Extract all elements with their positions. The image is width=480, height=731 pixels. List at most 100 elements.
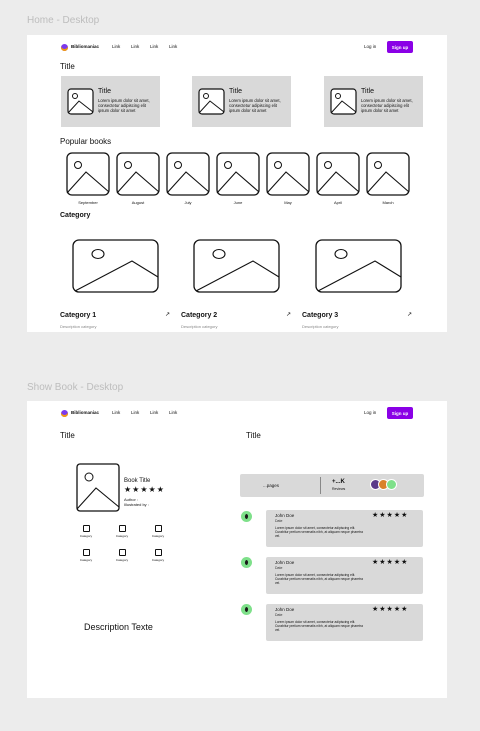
arrow-up-right-icon[interactable]: ↗ — [407, 311, 412, 318]
review-author: John Doe — [275, 513, 295, 518]
navbar: Bibliomaniac Link Link Link Link Log in … — [27, 41, 447, 55]
image-placeholder-icon — [67, 88, 94, 115]
category-name-2[interactable]: Category 2 — [181, 312, 217, 319]
book-cover-icon — [316, 152, 360, 196]
logo-icon[interactable] — [61, 44, 68, 51]
popular-book-4[interactable]: June — [216, 152, 260, 205]
feature-card-2[interactable]: Title Lorem ipsum dolor sit amet, consec… — [192, 76, 291, 127]
book-rating-stars[interactable]: ★★★★★ — [124, 485, 165, 494]
book-month: September — [78, 200, 98, 205]
image-icon — [118, 549, 126, 556]
image-icon — [154, 525, 162, 532]
nav-link-3[interactable]: Link — [150, 410, 158, 415]
nav-link-3[interactable]: Link — [150, 44, 158, 49]
image-icon — [82, 525, 90, 532]
book-title: Book Title — [124, 478, 151, 484]
review-author: John Doe — [275, 560, 295, 565]
mini-category-label: Category — [79, 558, 93, 562]
signup-button[interactable]: Sign up — [387, 407, 413, 419]
category-name-1[interactable]: Category 1 — [60, 312, 96, 319]
card-desc: Lorem ipsum dolor sit amet, consectetur … — [361, 98, 413, 113]
nav-link-2[interactable]: Link — [131, 44, 139, 49]
category-image-icon-2[interactable] — [193, 239, 280, 293]
mini-category-4[interactable]: Category — [76, 549, 96, 562]
review-date: Date — [275, 566, 283, 570]
review-date: Date — [275, 613, 283, 617]
pages-count: ...pages — [263, 483, 280, 488]
review-text: Lorem ipsum dolor sit amet, consectetur … — [275, 573, 363, 585]
section-title: Title — [60, 62, 75, 71]
reviewer-avatar — [241, 511, 252, 522]
review-card-2: John Doe Date Lorem ipsum dolor sit amet… — [266, 557, 423, 594]
book-cover-icon — [266, 152, 310, 196]
book-stats-bar: ...pages +...K Reviews — [240, 474, 424, 497]
right-title: Title — [246, 431, 261, 440]
popular-book-1[interactable]: September — [66, 152, 110, 205]
book-cover-icon — [366, 152, 410, 196]
nav-link-4[interactable]: Link — [169, 44, 177, 49]
mini-category-3[interactable]: Category — [148, 525, 168, 538]
arrow-up-right-icon[interactable]: ↗ — [286, 311, 291, 318]
mini-category-5[interactable]: Category — [112, 549, 132, 562]
review-stars: ★★★★★ — [372, 512, 409, 519]
brand-name[interactable]: Bibliomaniac — [71, 410, 99, 415]
login-link[interactable]: Log in — [364, 410, 376, 415]
review-stars: ★★★★★ — [372, 606, 409, 613]
book-cover-icon — [116, 152, 160, 196]
mini-category-label: Category — [151, 534, 165, 538]
nav-link-4[interactable]: Link — [169, 410, 177, 415]
feature-card-3[interactable]: Title Lorem ipsum dolor sit amet, consec… — [324, 76, 423, 127]
card-desc: Lorem ipsum dolor sit amet, consectetur … — [98, 98, 150, 113]
image-icon — [118, 525, 126, 532]
popular-book-7[interactable]: March — [366, 152, 410, 205]
nav-link-1[interactable]: Link — [112, 410, 120, 415]
reviewer-avatar — [241, 557, 252, 568]
category-image-icon-3[interactable] — [315, 239, 402, 293]
image-placeholder-icon — [198, 88, 225, 115]
show-frame-label: Show Book - Desktop — [27, 382, 124, 393]
nav-link-2[interactable]: Link — [131, 410, 139, 415]
login-link[interactable]: Log in — [364, 44, 376, 49]
book-cover-icon — [166, 152, 210, 196]
book-cover-icon — [76, 463, 120, 512]
category-image-icon-1[interactable] — [72, 239, 159, 293]
review-text: Lorem ipsum dolor sit amet, consectetur … — [275, 620, 363, 632]
reviews-label: Reviews — [332, 487, 346, 491]
popular-book-5[interactable]: May — [266, 152, 310, 205]
image-icon — [154, 549, 162, 556]
mini-category-6[interactable]: Category — [148, 549, 168, 562]
review-date: Date — [275, 519, 283, 523]
review-card-1: John Doe Date Lorem ipsum dolor sit amet… — [266, 510, 423, 547]
category-desc-2: Description category — [181, 324, 218, 329]
popular-book-6[interactable]: April — [316, 152, 360, 205]
brand-name[interactable]: Bibliomaniac — [71, 44, 99, 49]
signup-button[interactable]: Sign up — [387, 41, 413, 53]
card-title: Title — [229, 88, 242, 95]
mini-category-label: Category — [115, 558, 129, 562]
mini-category-label: Category — [79, 534, 93, 538]
mini-category-label: Category — [115, 534, 129, 538]
logo-icon[interactable] — [61, 410, 68, 417]
category-name-3[interactable]: Category 3 — [302, 312, 338, 319]
review-card-3: John Doe Date Lorem ipsum dolor sit amet… — [266, 604, 423, 641]
nav-link-1[interactable]: Link — [112, 44, 120, 49]
image-icon — [82, 549, 90, 556]
book-month: March — [382, 200, 394, 205]
mini-category-label: Category — [151, 558, 165, 562]
arrow-up-right-icon[interactable]: ↗ — [165, 311, 170, 318]
popular-book-2[interactable]: August — [116, 152, 160, 205]
category-title: Category — [60, 212, 91, 219]
book-month: May — [284, 200, 292, 205]
mini-category-1[interactable]: Category — [76, 525, 96, 538]
card-desc: Lorem ipsum dolor sit amet, consectetur … — [229, 98, 281, 113]
popular-books-title: Popular books — [60, 137, 112, 146]
category-desc-1: Description category — [60, 324, 97, 329]
mini-category-2[interactable]: Category — [112, 525, 132, 538]
feature-card-1[interactable]: Title Lorem ipsum dolor sit amet, consec… — [61, 76, 160, 127]
popular-book-3[interactable]: July — [166, 152, 210, 205]
book-cover-icon — [66, 152, 110, 196]
card-title: Title — [98, 88, 111, 95]
book-month: July — [184, 200, 192, 205]
home-desktop-frame: Bibliomaniac Link Link Link Link Log in … — [27, 35, 447, 332]
category-desc-3: Description category — [302, 324, 339, 329]
